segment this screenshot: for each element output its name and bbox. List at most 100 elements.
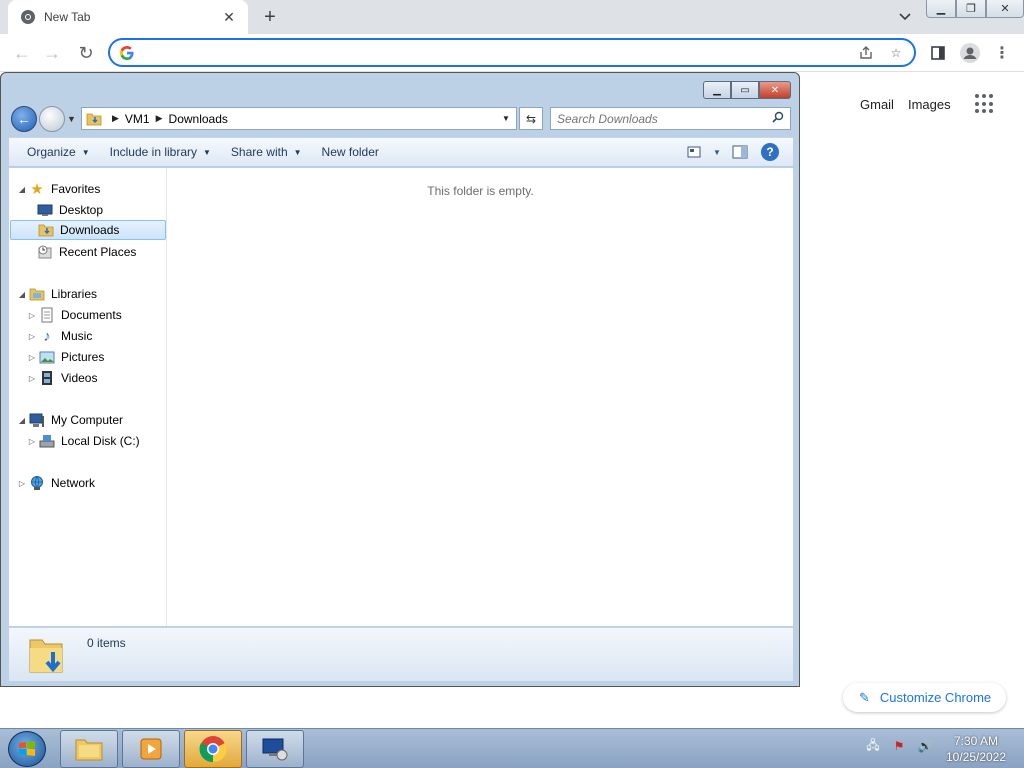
organize-button[interactable]: Organize ▼ <box>9 137 100 167</box>
tree-item-my-computer[interactable]: ◢ My Computer <box>17 410 123 430</box>
breadcrumb-separator-icon[interactable]: ▶ <box>112 113 119 124</box>
star-icon: ★ <box>30 181 44 198</box>
taskbar-chrome-app[interactable] <box>184 730 242 768</box>
address-input[interactable] <box>142 45 854 60</box>
taskbar-media-player-app[interactable] <box>122 730 180 768</box>
tree-item-documents[interactable]: ▷ Documents <box>27 305 122 325</box>
tree-item-desktop[interactable]: Desktop <box>37 200 103 220</box>
empty-folder-message: This folder is empty. <box>427 184 534 198</box>
tree-item-recent-places[interactable]: Recent Places <box>37 242 136 262</box>
forward-icon[interactable]: → <box>40 41 64 65</box>
windows-taskbar: 🖧 ⚑ 🔊 7:30 AM 10/25/2022 <box>0 728 1024 768</box>
share-with-button[interactable]: Share with ▼ <box>221 137 312 167</box>
expand-arrow-icon[interactable]: ▷ <box>27 374 37 383</box>
start-button[interactable] <box>8 731 46 767</box>
close-window-button[interactable]: ✕ <box>986 0 1024 18</box>
expand-arrow-icon[interactable]: ▷ <box>27 311 37 320</box>
tree-item-libraries[interactable]: ◢ Libraries <box>17 284 97 304</box>
share-icon[interactable] <box>854 41 878 65</box>
clock-time: 7:30 AM <box>953 734 999 748</box>
expand-arrow-icon[interactable]: ▷ <box>17 479 27 488</box>
explorer-minimize-button[interactable]: ▁ <box>703 81 731 99</box>
tree-item-favorites[interactable]: ◢ ★ Favorites <box>17 179 100 199</box>
refresh-icon[interactable]: ⇆ <box>519 107 543 130</box>
details-pane: 0 items <box>9 627 793 681</box>
tree-item-local-disk[interactable]: ▷ Local Disk (C:) <box>27 431 140 451</box>
tree-item-downloads[interactable]: Downloads <box>10 220 166 240</box>
organize-label: Organize <box>27 145 76 159</box>
tree-label: Downloads <box>60 223 120 237</box>
customize-chrome-button[interactable]: ✎ Customize Chrome <box>843 683 1006 712</box>
collapse-arrow-icon[interactable]: ◢ <box>17 416 27 425</box>
new-tab-button[interactable]: + <box>258 5 282 29</box>
images-link[interactable]: Images <box>908 97 951 112</box>
tree-label: Videos <box>61 371 98 385</box>
include-in-library-button[interactable]: Include in library ▼ <box>100 137 221 167</box>
volume-icon[interactable]: 🔊 <box>916 737 934 755</box>
chrome-logo-icon <box>199 736 227 763</box>
explorer-close-button[interactable]: ✕ <box>759 81 791 99</box>
chrome-favicon-icon <box>21 10 35 24</box>
taskbar-remote-desktop-app[interactable] <box>246 730 304 768</box>
new-folder-button[interactable]: New folder <box>312 137 389 167</box>
gmail-link[interactable]: Gmail <box>860 97 894 112</box>
tree-item-music[interactable]: ▷ ♪ Music <box>27 326 92 346</box>
side-panel-icon[interactable] <box>926 41 950 65</box>
breadcrumb-downloads[interactable]: Downloads <box>169 112 228 126</box>
back-icon[interactable]: ← <box>10 41 34 65</box>
search-input[interactable] <box>557 111 772 126</box>
network-tray-icon[interactable]: 🖧 <box>864 737 882 755</box>
minimize-window-button[interactable]: ▁ <box>926 0 956 18</box>
downloads-folder-icon <box>86 113 102 125</box>
explorer-back-button[interactable]: ← <box>11 106 37 132</box>
media-player-icon <box>140 738 162 760</box>
new-folder-label: New folder <box>321 145 379 159</box>
pencil-icon: ✎ <box>859 689 870 705</box>
clock-date: 10/25/2022 <box>945 750 1007 764</box>
ntp-header-links: Gmail Images <box>860 94 995 114</box>
help-icon[interactable]: ? <box>761 143 779 161</box>
downloads-folder-icon <box>29 639 63 673</box>
explorer-titlebar[interactable]: ▁ ▭ ✕ <box>1 73 799 103</box>
taskbar-explorer-app[interactable] <box>60 730 118 768</box>
search-icon[interactable] <box>772 111 790 126</box>
expand-arrow-icon[interactable]: ▷ <box>27 353 37 362</box>
tab-title: New Tab <box>44 10 91 24</box>
tree-item-network[interactable]: ▷ Network <box>17 473 95 493</box>
menu-kebab-icon[interactable]: ⋮ <box>990 41 1014 65</box>
profile-avatar[interactable] <box>958 41 982 65</box>
tree-label: Music <box>61 329 93 343</box>
reload-icon[interactable]: ↻ <box>74 41 98 65</box>
change-view-icon[interactable] <box>679 140 709 164</box>
explorer-forward-button[interactable] <box>39 106 65 132</box>
address-dropdown-icon[interactable]: ▼ <box>502 114 516 123</box>
close-tab-icon[interactable]: ✕ <box>220 8 238 26</box>
restore-window-button[interactable]: ❐ <box>956 0 986 18</box>
action-center-flag-icon[interactable]: ⚑ <box>890 737 908 755</box>
file-list-pane[interactable]: This folder is empty. <box>168 168 793 626</box>
preview-pane-icon[interactable] <box>725 140 755 164</box>
omnibox[interactable]: ☆ <box>108 38 916 67</box>
chrome-toolbar: ← → ↻ ☆ ⋮ <box>0 34 1024 72</box>
bookmark-star-icon[interactable]: ☆ <box>884 41 908 65</box>
tree-item-videos[interactable]: ▷ Videos <box>27 368 97 388</box>
expand-arrow-icon[interactable]: ▷ <box>27 332 37 341</box>
view-options-dropdown-icon[interactable]: ▼ <box>709 140 725 164</box>
explorer-maximize-button[interactable]: ▭ <box>731 81 759 99</box>
breadcrumb-vm1[interactable]: VM1 <box>125 112 150 126</box>
tab-new-tab[interactable]: New Tab ✕ <box>8 0 248 34</box>
collapse-arrow-icon[interactable]: ◢ <box>17 185 27 194</box>
hard-disk-icon <box>39 433 55 449</box>
taskbar-clock[interactable]: 7:30 AM 10/25/2022 <box>938 733 1014 765</box>
expand-arrow-icon[interactable]: ▷ <box>27 437 37 446</box>
breadcrumb-separator-icon[interactable]: ▶ <box>156 113 163 124</box>
tree-label: My Computer <box>51 413 124 427</box>
network-globe-icon <box>29 475 45 491</box>
chevron-down-icon[interactable] <box>894 6 916 28</box>
explorer-address-bar[interactable]: ▶ VM1 ▶ Downloads ▼ <box>81 107 517 130</box>
tree-item-pictures[interactable]: ▷ Pictures <box>27 347 104 367</box>
recent-pages-dropdown-icon[interactable]: ▼ <box>67 114 79 126</box>
collapse-arrow-icon[interactable]: ◢ <box>17 290 27 299</box>
google-apps-icon[interactable] <box>974 94 995 114</box>
explorer-search-box[interactable] <box>550 107 791 130</box>
